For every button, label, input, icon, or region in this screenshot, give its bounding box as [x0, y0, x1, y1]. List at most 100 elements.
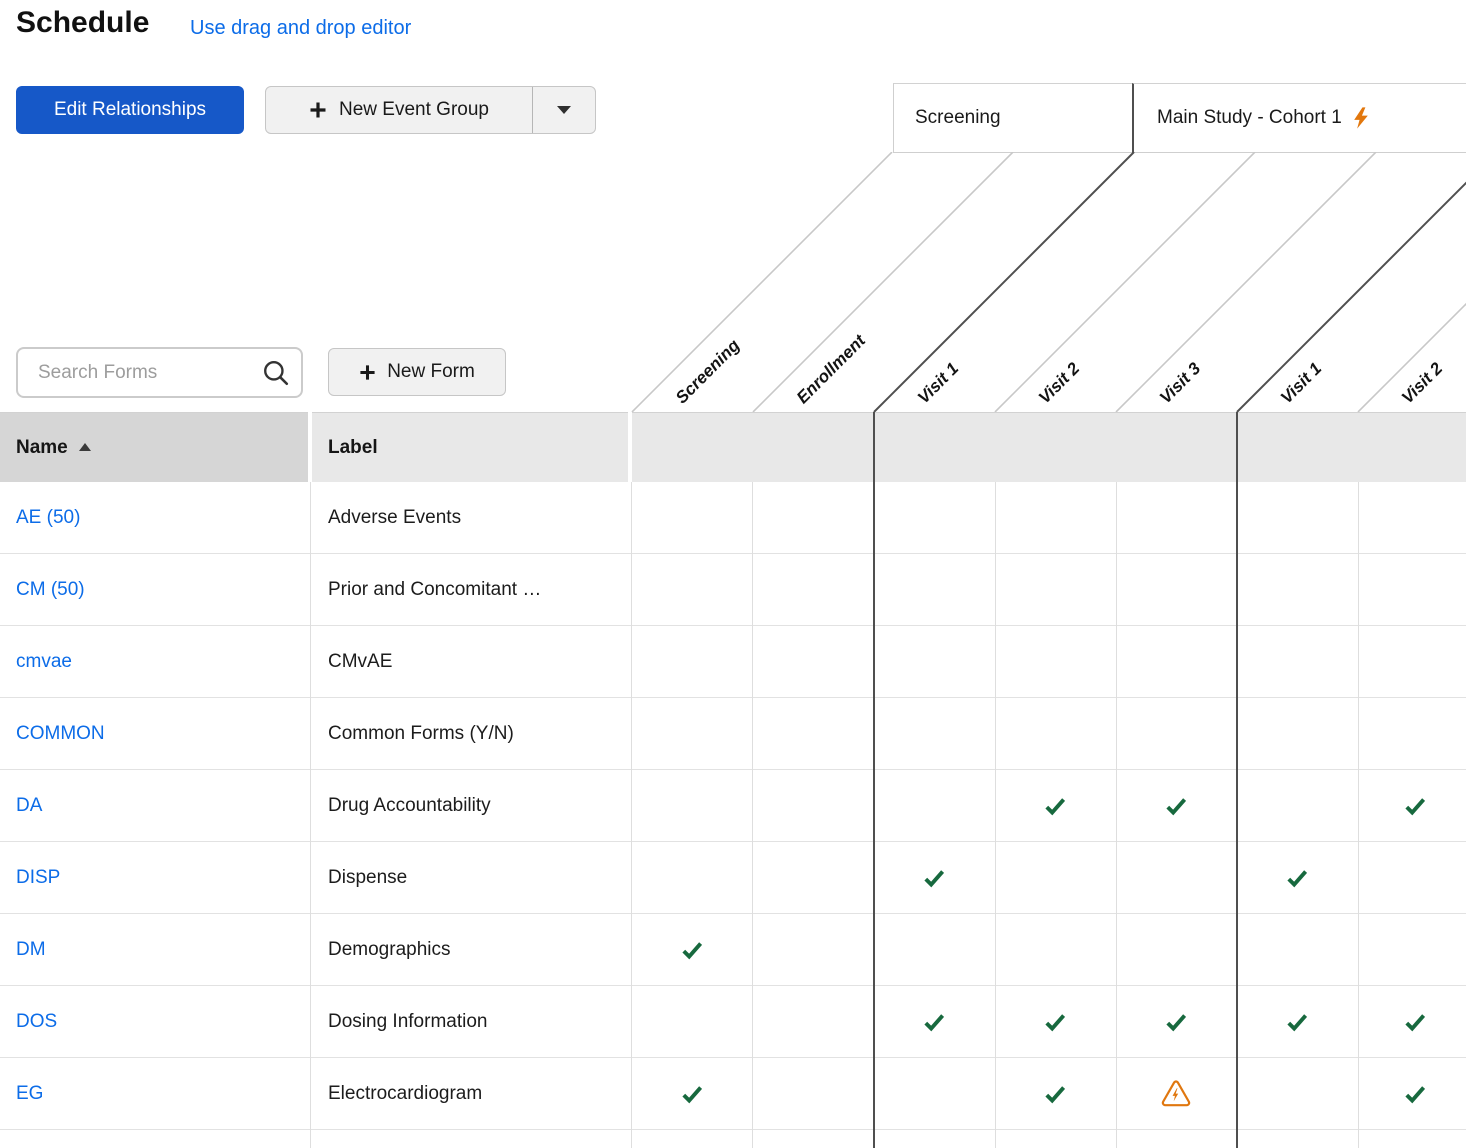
form-name-link[interactable]: DISP: [16, 842, 60, 913]
warning-icon: [1161, 1080, 1191, 1108]
new-event-group-split-button: New Event Group: [265, 86, 596, 134]
schedule-cell[interactable]: [1261, 770, 1333, 841]
schedule-cell[interactable]: [1261, 482, 1333, 553]
drag-drop-editor-link[interactable]: Use drag and drop editor: [190, 17, 411, 40]
schedule-cell[interactable]: [898, 482, 970, 553]
schedule-cell[interactable]: [898, 554, 970, 625]
schedule-cell[interactable]: [777, 914, 849, 985]
schedule-cell[interactable]: [777, 698, 849, 769]
schedule-cell[interactable]: [1140, 914, 1212, 985]
schedule-cell[interactable]: [1019, 914, 1091, 985]
schedule-cell[interactable]: [1019, 842, 1091, 913]
form-name-link[interactable]: DA: [16, 770, 42, 841]
form-name-link[interactable]: CM (50): [16, 554, 85, 625]
schedule-cell[interactable]: [1140, 482, 1212, 553]
schedule-cell[interactable]: [898, 1058, 970, 1129]
schedule-cell[interactable]: [1379, 626, 1451, 697]
schedule-cell[interactable]: [1379, 1058, 1451, 1129]
schedule-cell[interactable]: [1261, 698, 1333, 769]
schedule-cell[interactable]: [656, 1058, 728, 1129]
schedule-cell[interactable]: [1379, 554, 1451, 625]
schedule-cell[interactable]: [1379, 842, 1451, 913]
schedule-cell[interactable]: [898, 914, 970, 985]
edit-relationships-button[interactable]: Edit Relationships: [16, 86, 244, 134]
event-group-header-main-study[interactable]: Main Study - Cohort 1: [1132, 83, 1466, 153]
schedule-cell[interactable]: [777, 842, 849, 913]
schedule-cell[interactable]: [1019, 986, 1091, 1057]
schedule-cell[interactable]: [1379, 698, 1451, 769]
schedule-cell[interactable]: [777, 554, 849, 625]
grid-line: [310, 482, 311, 1148]
schedule-cell[interactable]: [1379, 914, 1451, 985]
search-input[interactable]: [16, 347, 303, 398]
schedule-cell[interactable]: [898, 986, 970, 1057]
form-name-link[interactable]: COMMON: [16, 698, 105, 769]
check-icon: [680, 938, 704, 962]
schedule-cell[interactable]: [898, 626, 970, 697]
schedule-cell[interactable]: [898, 842, 970, 913]
forms-table-body: AE (50) Adverse Events CM (50) Prior and…: [0, 482, 1466, 1148]
schedule-cell[interactable]: [656, 914, 728, 985]
schedule-cell[interactable]: [1140, 626, 1212, 697]
column-header-name[interactable]: Name: [0, 412, 308, 482]
schedule-cell[interactable]: [777, 482, 849, 553]
grid-line: [1358, 482, 1359, 1148]
schedule-cell[interactable]: [1379, 986, 1451, 1057]
schedule-cell[interactable]: [1140, 554, 1212, 625]
schedule-cell[interactable]: [1140, 698, 1212, 769]
schedule-cell[interactable]: [656, 842, 728, 913]
schedule-cell[interactable]: [1019, 482, 1091, 553]
form-name-link[interactable]: cmvae: [16, 626, 72, 697]
new-event-group-button[interactable]: New Event Group: [266, 87, 532, 133]
check-icon: [1043, 1082, 1067, 1106]
schedule-cell[interactable]: [898, 698, 970, 769]
schedule-cell[interactable]: [656, 626, 728, 697]
new-form-button[interactable]: New Form: [328, 348, 506, 396]
form-label: Adverse Events: [328, 482, 461, 553]
form-name-link[interactable]: DM: [16, 914, 46, 985]
schedule-cell[interactable]: [1140, 1058, 1212, 1129]
schedule-cell[interactable]: [777, 770, 849, 841]
new-form-label: New Form: [387, 361, 475, 383]
schedule-cell[interactable]: [656, 770, 728, 841]
schedule-cell[interactable]: [656, 554, 728, 625]
new-event-group-menu-button[interactable]: [533, 87, 595, 133]
schedule-cell[interactable]: [1261, 554, 1333, 625]
event-group-header-screening[interactable]: Screening: [893, 83, 1132, 153]
schedule-cell[interactable]: [1140, 986, 1212, 1057]
schedule-cell[interactable]: [656, 986, 728, 1057]
grid-line: [1116, 482, 1117, 1148]
schedule-cell[interactable]: [656, 482, 728, 553]
column-header-label[interactable]: Label: [312, 412, 628, 482]
schedule-cell[interactable]: [1140, 770, 1212, 841]
new-event-group-label: New Event Group: [339, 99, 489, 121]
schedule-cell[interactable]: [898, 770, 970, 841]
schedule-cell[interactable]: [777, 1058, 849, 1129]
table-row: COMMON Common Forms (Y/N): [0, 698, 1466, 770]
schedule-cell[interactable]: [1379, 482, 1451, 553]
schedule-cell[interactable]: [1019, 1058, 1091, 1129]
schedule-cell[interactable]: [1019, 554, 1091, 625]
schedule-cell[interactable]: [1261, 986, 1333, 1057]
schedule-cell[interactable]: [1261, 842, 1333, 913]
event-group-label: Screening: [915, 107, 1001, 129]
sort-ascending-icon: [79, 443, 91, 451]
form-name-link[interactable]: AE (50): [16, 482, 80, 553]
schedule-cell[interactable]: [656, 698, 728, 769]
form-name-link[interactable]: DOS: [16, 986, 57, 1057]
grid-line: [995, 482, 996, 1148]
schedule-cell[interactable]: [1019, 698, 1091, 769]
schedule-cell[interactable]: [1019, 770, 1091, 841]
schedule-cell[interactable]: [1379, 770, 1451, 841]
schedule-cell[interactable]: [1261, 914, 1333, 985]
schedule-cell[interactable]: [777, 626, 849, 697]
schedule-cell[interactable]: [1019, 626, 1091, 697]
schedule-cell[interactable]: [1261, 1058, 1333, 1129]
form-name-link[interactable]: EG: [16, 1058, 43, 1129]
schedule-cell[interactable]: [777, 986, 849, 1057]
check-icon: [680, 1082, 704, 1106]
check-icon: [1043, 794, 1067, 818]
schedule-cell[interactable]: [1140, 842, 1212, 913]
table-row: CM (50) Prior and Concomitant …: [0, 554, 1466, 626]
schedule-cell[interactable]: [1261, 626, 1333, 697]
